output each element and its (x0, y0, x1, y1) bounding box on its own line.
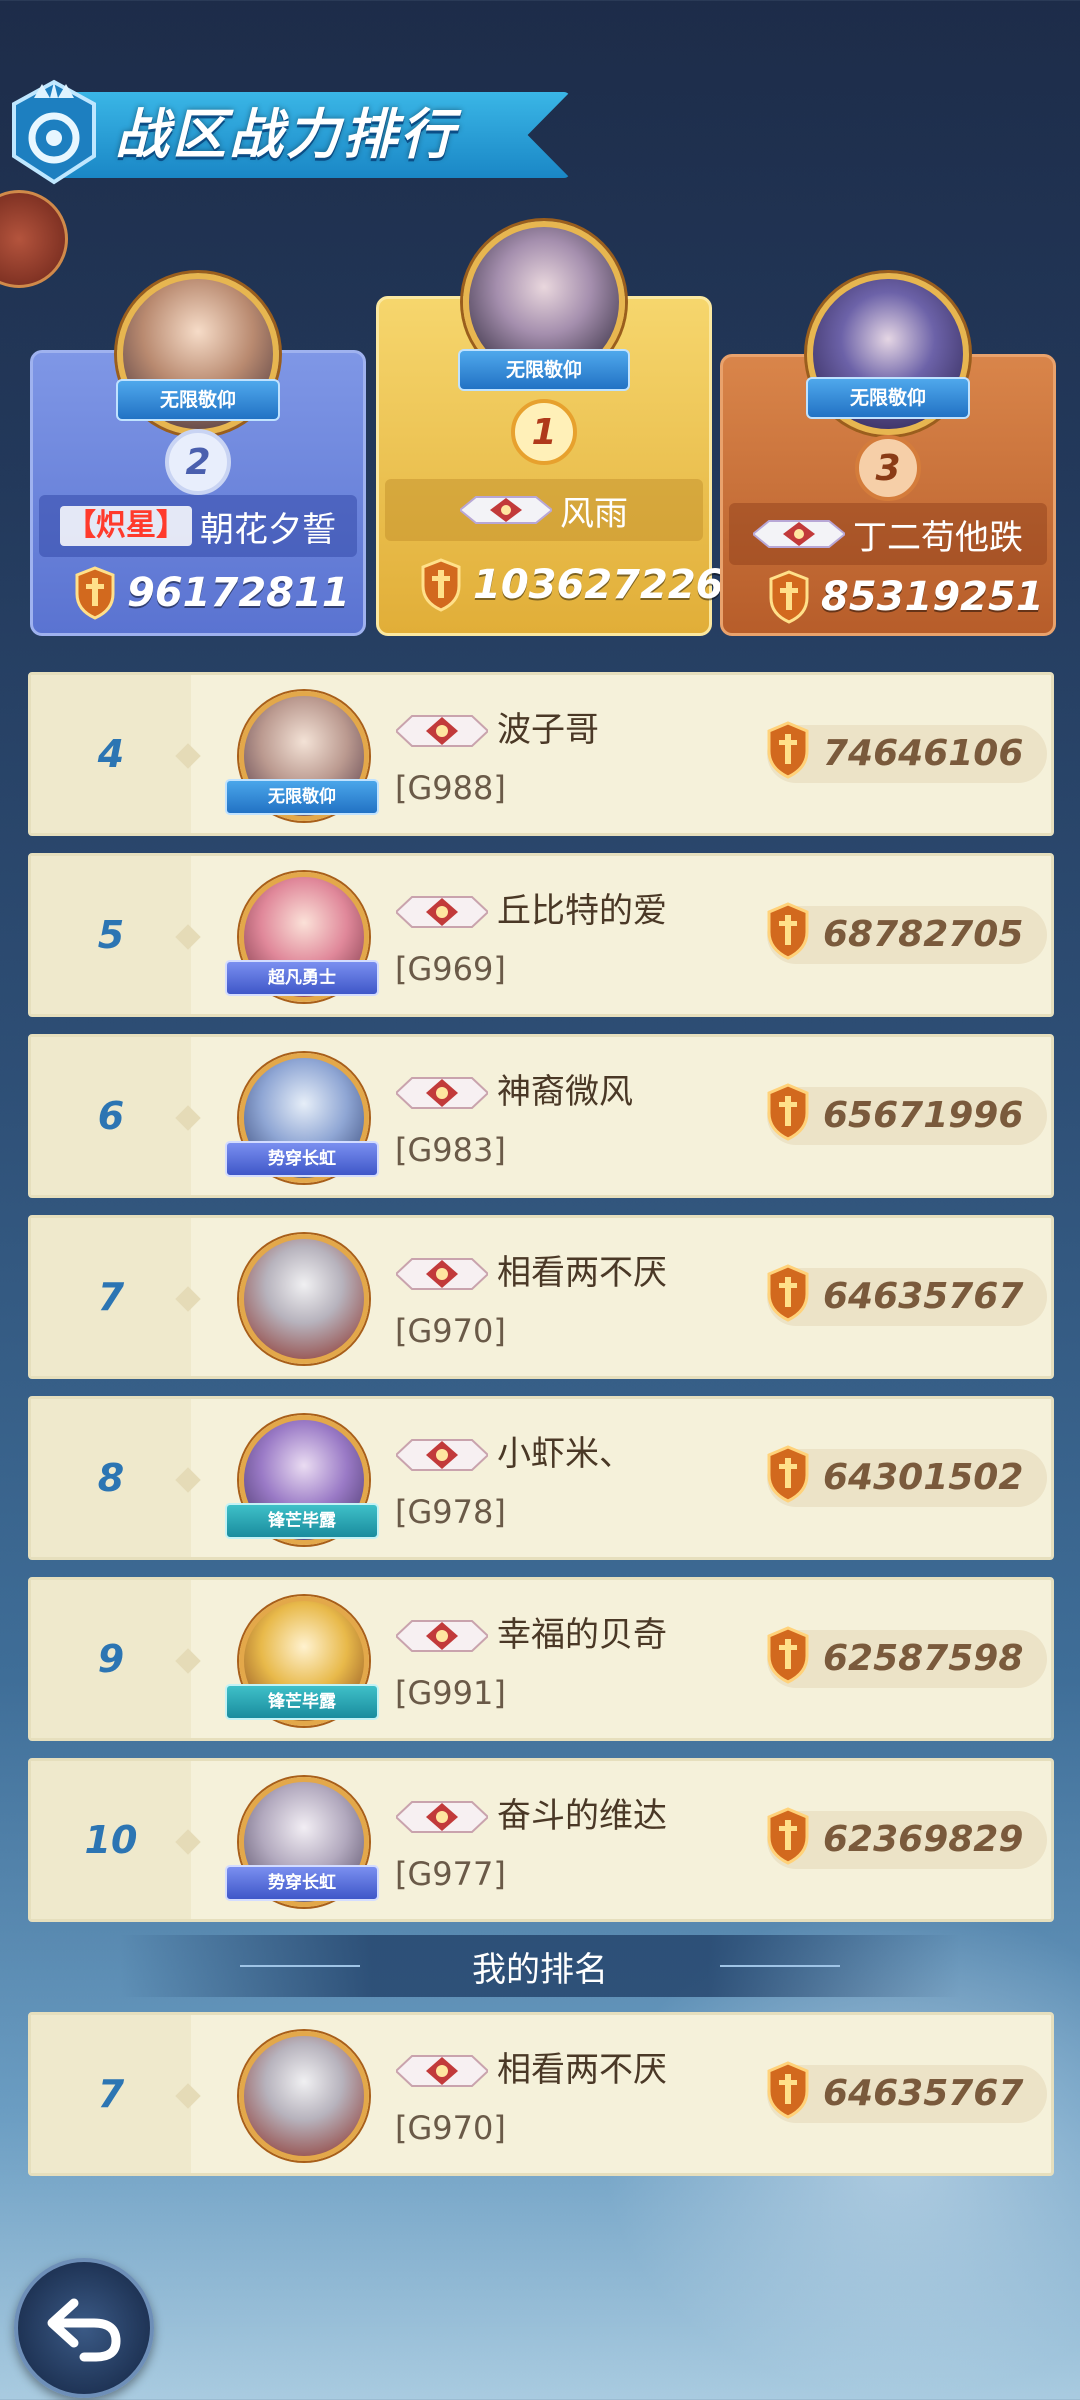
guild-tag: 【炽星】 (60, 506, 192, 546)
guild-emblem-icon (396, 2055, 488, 2087)
power-shield-icon (769, 570, 809, 624)
power-value: 68782705 (823, 914, 1024, 955)
guild-emblem-icon (396, 1258, 488, 1290)
power-value: 103627226 (473, 562, 724, 608)
podium-rank-1[interactable]: 无限敬仰 1 风雨 103627226 (376, 221, 724, 636)
player-name: 相看两不厌 (497, 1253, 667, 1293)
ranking-row[interactable]: 4 无限敬仰 波子哥 [G988] 74646106 (28, 672, 1054, 836)
guild-emblem-icon (396, 1620, 488, 1652)
power-value: 74646106 (823, 733, 1024, 774)
rank-number: 9 (97, 1637, 125, 1681)
rank-number: 7 (97, 2072, 125, 2116)
power-shield-icon (767, 721, 809, 779)
server-tag: [G983] (395, 1131, 506, 1169)
avatar (239, 1234, 369, 1364)
server-tag: [G988] (395, 769, 506, 807)
back-button[interactable] (14, 2258, 154, 2398)
rank-medal: 2 (165, 429, 231, 495)
guild-emblem-icon (396, 1801, 488, 1833)
podium-rank-2[interactable]: 无限敬仰 2 【炽星】 朝花夕誓 96172811 (30, 273, 366, 636)
rank-medal: 3 (855, 435, 921, 501)
guild-emblem-icon (753, 520, 845, 548)
power-value: 65671996 (823, 1095, 1024, 1136)
player-name-band: 风雨 (385, 479, 703, 541)
power-value: 64635767 (823, 2073, 1024, 2114)
power-shield-icon (767, 1445, 809, 1503)
power-shield-icon (767, 1264, 809, 1322)
honor-ribbon: 超凡勇士 (225, 960, 379, 996)
honor-ribbon: 锋芒毕露 (225, 1503, 379, 1539)
player-name: 波子哥 (497, 710, 599, 750)
server-tag: [G970] (395, 2109, 506, 2147)
crown-emblem-icon (12, 79, 96, 185)
guild-emblem-icon (396, 1077, 488, 1109)
power-value: 85319251 (821, 574, 1044, 620)
power-display: 85319251 (767, 567, 1044, 627)
player-name-band: 丁二苟他跌 (729, 503, 1047, 565)
power-display: 103627226 (419, 555, 724, 615)
ranking-row[interactable]: 6 势穿长虹 神裔微风 [G983] 65671996 (28, 1034, 1054, 1198)
power-shield-icon (767, 902, 809, 960)
server-tag: [G991] (395, 1674, 506, 1712)
power-value: 62369829 (823, 1819, 1024, 1860)
my-rank-label: 我的排名 (472, 1949, 608, 1990)
server-tag: [G970] (395, 1312, 506, 1350)
guild-emblem-icon (396, 1439, 488, 1471)
server-tag: [G969] (395, 950, 506, 988)
power-display: 96172811 (73, 563, 350, 623)
power-value: 64635767 (823, 1276, 1024, 1317)
player-name: 神裔微风 (497, 1072, 633, 1112)
rank-number: 6 (97, 1094, 125, 1138)
rank-number: 7 (97, 1275, 125, 1319)
power-shield-icon (75, 566, 115, 620)
honor-ribbon: 无限敬仰 (806, 377, 970, 419)
honor-ribbon: 势穿长虹 (225, 1865, 379, 1901)
honor-ribbon: 无限敬仰 (458, 349, 630, 391)
guild-emblem-icon (460, 496, 552, 524)
power-shield-icon (767, 2061, 809, 2119)
power-shield-icon (767, 1807, 809, 1865)
power-value: 64301502 (823, 1457, 1024, 1498)
server-tag: [G978] (395, 1493, 506, 1531)
power-shield-icon (767, 1626, 809, 1684)
player-name: 风雨 (560, 493, 628, 534)
rank-number: 8 (97, 1456, 125, 1500)
ranking-row[interactable]: 8 锋芒毕露 小虾米、 [G978] 64301502 (28, 1396, 1054, 1560)
player-name-band: 【炽星】 朝花夕誓 (39, 495, 357, 557)
player-name: 丘比特的爱 (497, 891, 667, 931)
power-shield-icon (767, 1083, 809, 1141)
ranking-row[interactable]: 7 相看两不厌 [G970] 64635767 (28, 1215, 1054, 1379)
my-rank-row[interactable]: 7 相看两不厌 [G970] 64635767 (28, 2012, 1054, 2176)
podium-rank-3[interactable]: 无限敬仰 3 丁二苟他跌 85319251 (720, 273, 1056, 636)
ranking-row[interactable]: 9 锋芒毕露 幸福的贝奇 [G991] 62587598 (28, 1577, 1054, 1741)
rank-number: 4 (97, 732, 125, 776)
guild-emblem-icon (396, 896, 488, 928)
power-shield-icon (421, 558, 461, 612)
player-name: 朝花夕誓 (200, 509, 336, 550)
player-name: 小虾米、 (497, 1434, 633, 1474)
rank-number: 10 (84, 1818, 138, 1862)
honor-ribbon: 无限敬仰 (116, 379, 280, 421)
my-rank-header: 我的排名 (120, 1935, 960, 1997)
back-arrow-icon (47, 2298, 121, 2362)
power-value: 62587598 (823, 1638, 1024, 1679)
player-name: 丁二苟他跌 (853, 517, 1023, 558)
player-name: 幸福的贝奇 (497, 1615, 667, 1655)
rank-medal: 1 (511, 399, 577, 465)
ranking-row[interactable]: 5 超凡勇士 丘比特的爱 [G969] 68782705 (28, 853, 1054, 1017)
rank-number: 5 (97, 913, 125, 957)
honor-ribbon: 无限敬仰 (225, 779, 379, 815)
player-name: 相看两不厌 (497, 2050, 667, 2090)
player-name: 奋斗的维达 (497, 1796, 667, 1836)
chest-icon[interactable] (0, 190, 68, 288)
honor-ribbon: 锋芒毕露 (225, 1684, 379, 1720)
guild-emblem-icon (396, 715, 488, 747)
page-title: 战区战力排行 (115, 103, 457, 166)
honor-ribbon: 势穿长虹 (225, 1141, 379, 1177)
avatar (239, 2031, 369, 2161)
power-value: 96172811 (127, 570, 350, 616)
server-tag: [G977] (395, 1855, 506, 1893)
ranking-row[interactable]: 10 势穿长虹 奋斗的维达 [G977] 62369829 (28, 1758, 1054, 1922)
